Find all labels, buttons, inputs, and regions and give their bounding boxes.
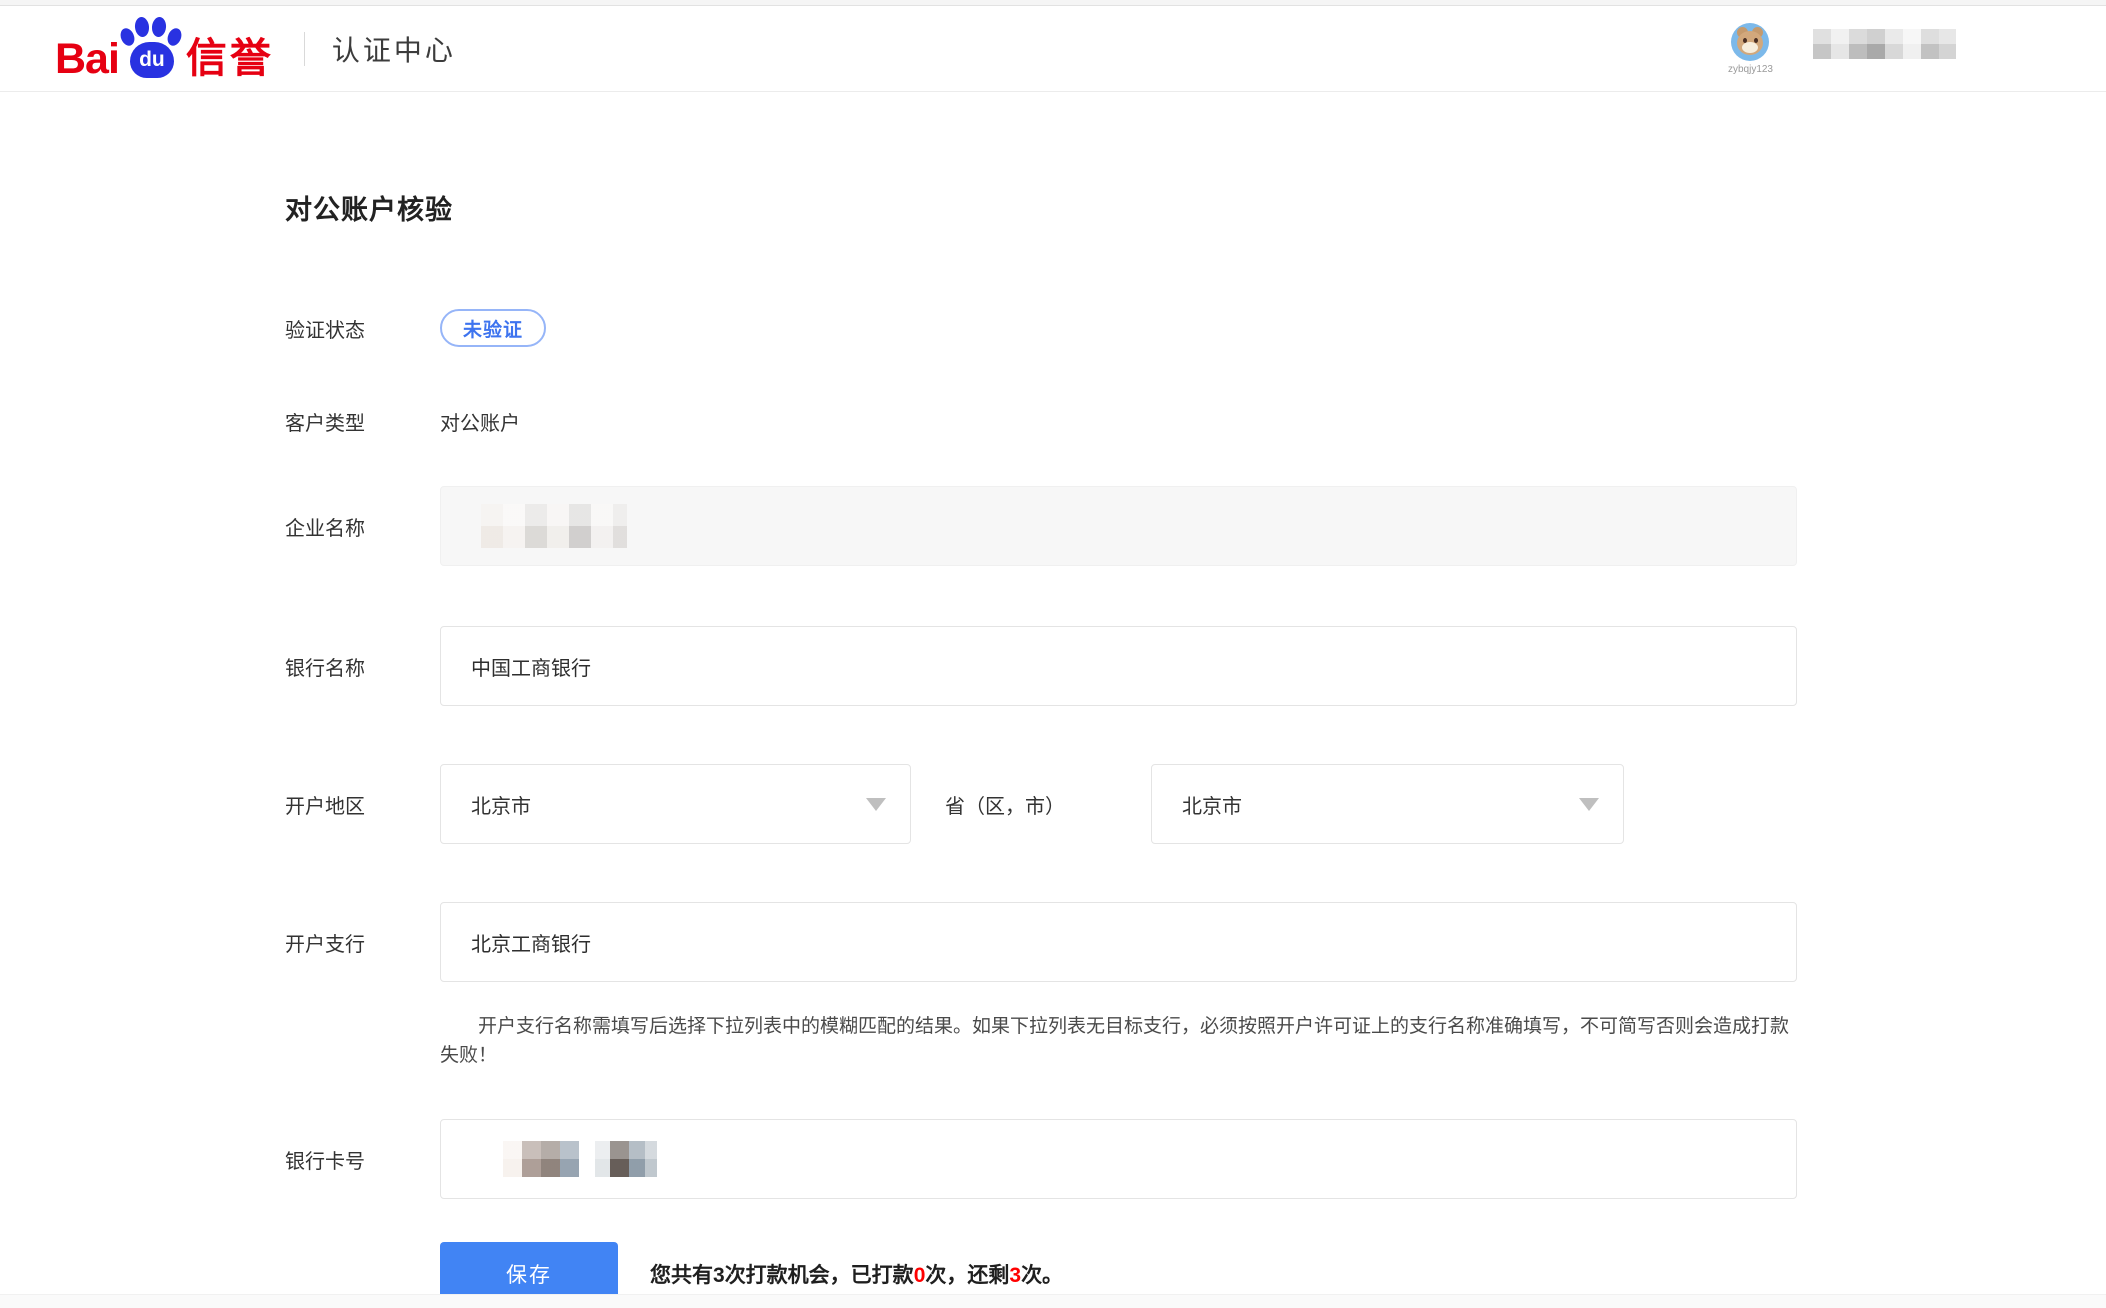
customer-type-value: 对公账户 [440,413,520,435]
customer-type-row: 客户类型 对公账户 [285,407,2106,436]
attempts-part3: 次，还剩 [925,1264,1009,1287]
user-avatar[interactable]: zybqjy123 [1728,23,1773,75]
attempts-used: 0 [914,1264,926,1287]
baidu-xinyu-logo[interactable]: Bai du 信誉 [55,17,274,81]
bank-name-input[interactable] [440,626,1797,706]
company-name-row: 企业名称 [285,486,2106,566]
region-province-select[interactable]: 北京市 [1151,764,1624,844]
certification-center-title: 认证中心 [332,29,456,69]
avatar-bear-icon [1731,23,1769,61]
header-divider [304,32,305,66]
logo-xinyu-text: 信誉 [186,37,274,80]
company-name-input [440,486,1797,566]
branch-input[interactable] [440,902,1797,982]
bank-name-row: 银行名称 [285,626,2106,706]
region-city-select[interactable]: 北京市 [440,764,911,844]
header-left: Bai du 信誉 认证中心 [55,17,456,81]
customer-type-label: 客户类型 [285,407,440,436]
baidu-paw-icon: du [121,17,183,81]
status-badge: 未验证 [440,309,546,347]
payment-attempts-text: 您共有3次打款机会，已打款0次，还剩3次。 [650,1259,1063,1289]
branch-row: 开户支行 [285,902,2106,982]
status-label: 验证状态 [285,314,440,343]
bottom-border [0,1294,2106,1308]
redacted-card-number-part2 [595,1141,657,1177]
card-number-label: 银行卡号 [285,1145,440,1174]
region-city-value: 北京市 [471,790,531,819]
attempts-part4: 次。 [1021,1264,1063,1287]
region-middle-label: 省（区，市） [945,790,1065,819]
attempts-part2: 次打款机会，已打款 [725,1264,914,1287]
redacted-account-name [1813,29,1956,59]
branch-label: 开户支行 [285,928,440,957]
region-label: 开户地区 [285,790,440,819]
company-name-label: 企业名称 [285,512,440,541]
redacted-company-name [481,504,627,548]
region-row: 开户地区 北京市 省（区，市） 北京市 [285,764,2106,844]
status-row: 验证状态 未验证 [285,309,2106,347]
card-number-input[interactable] [440,1119,1797,1199]
attempts-part1: 您共有 [650,1264,713,1287]
dropdown-arrow-icon [866,798,886,811]
attempts-remaining: 3 [1009,1264,1021,1287]
logo-bai-text: Bai [55,38,119,81]
dropdown-arrow-icon [1579,798,1599,811]
header: Bai du 信誉 认证中心 zybqjy123 [0,6,2106,92]
card-number-row: 银行卡号 [285,1119,2106,1199]
page-title: 对公账户核验 [285,188,2106,227]
attempts-total: 3 [713,1264,725,1287]
bank-name-label: 银行名称 [285,652,440,681]
logo-du-text: du [130,42,174,78]
main-content: 对公账户核验 验证状态 未验证 客户类型 对公账户 企业名称 银行名称 开户地区… [0,188,2106,1306]
branch-help-text: 开户支行名称需填写后选择下拉列表中的模糊匹配的结果。如果下拉列表无目标支行，必须… [440,1012,1797,1070]
avatar-username: zybqjy123 [1728,64,1773,75]
region-province-value: 北京市 [1182,790,1242,819]
redacted-card-number-part1 [503,1141,579,1177]
header-user-area: zybqjy123 [1728,23,1956,75]
